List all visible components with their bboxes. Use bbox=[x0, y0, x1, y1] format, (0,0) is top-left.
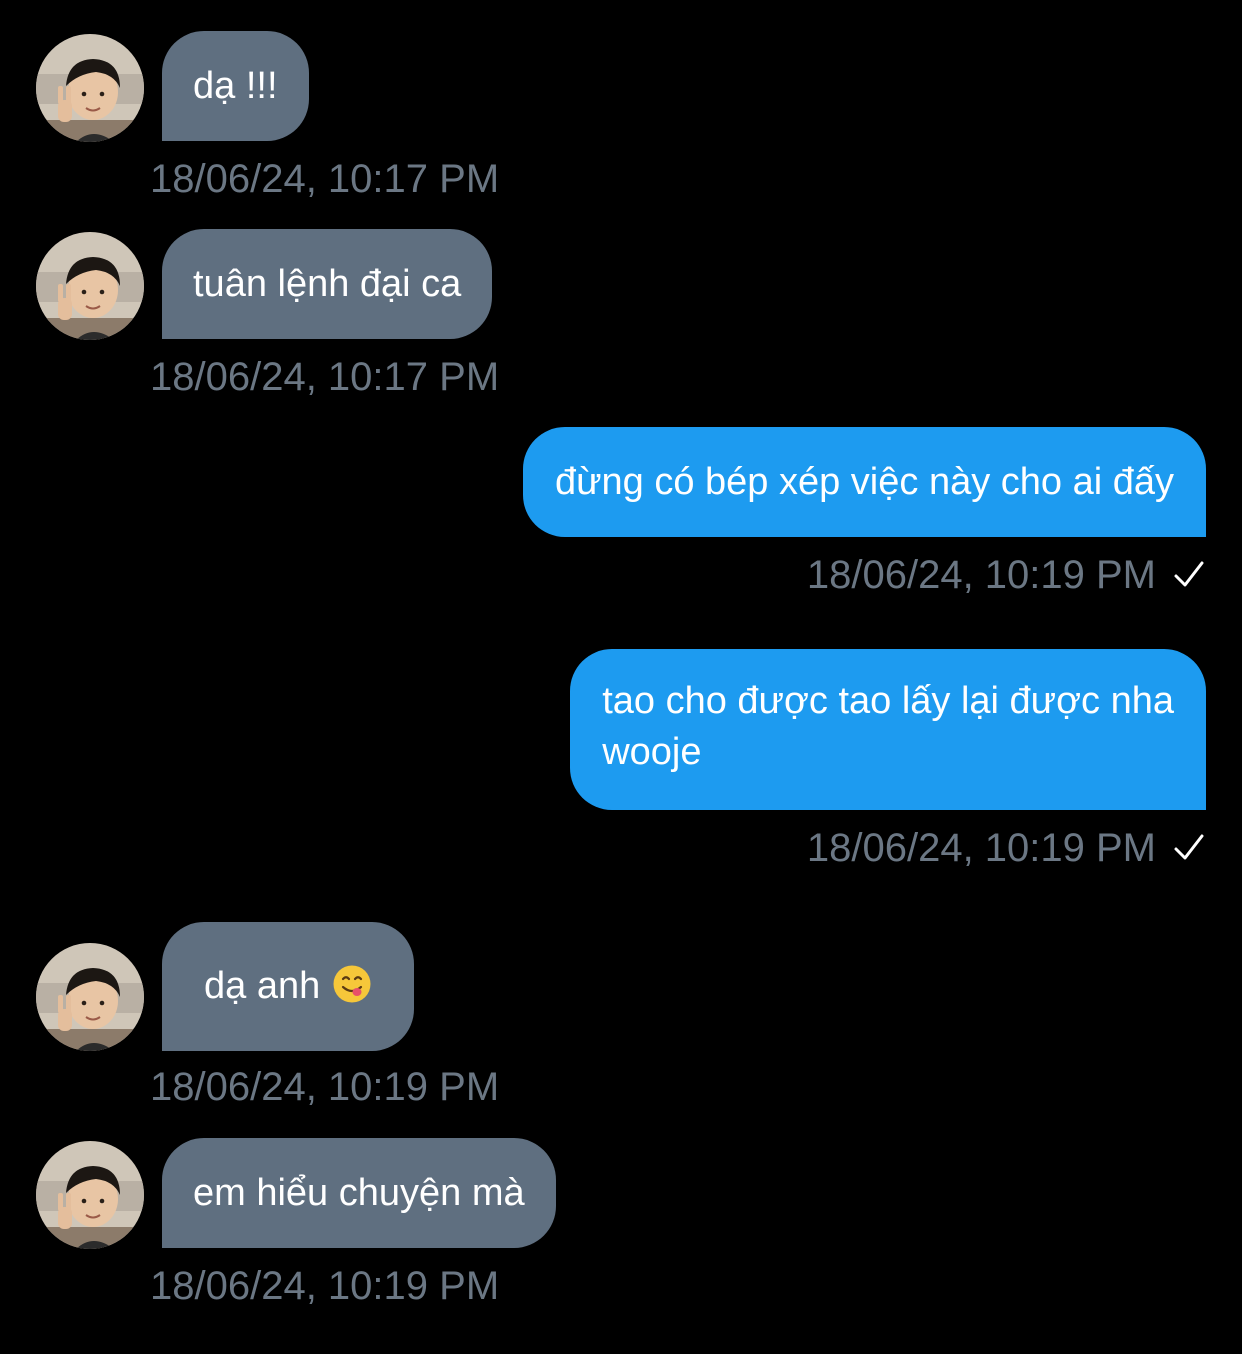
message-bubble-incoming[interactable]: tuân lệnh đại ca bbox=[162, 229, 493, 339]
check-icon bbox=[1172, 831, 1206, 865]
message-text: tuân lệnh đại ca bbox=[193, 262, 462, 305]
message-timestamp: 18/06/24, 10:19 PM bbox=[806, 553, 1156, 597]
child-photo-icon bbox=[36, 1141, 144, 1249]
message-timestamp: 18/06/24, 10:17 PM bbox=[150, 355, 500, 399]
message-bubble-incoming[interactable]: dạ !!! bbox=[162, 31, 309, 141]
contact-avatar[interactable] bbox=[36, 1141, 144, 1249]
child-photo-icon bbox=[36, 232, 144, 340]
message-timestamp: 18/06/24, 10:17 PM bbox=[150, 157, 500, 201]
message-bubble-incoming[interactable]: dạ anh bbox=[162, 922, 415, 1051]
yum-face-emoji-icon bbox=[332, 964, 372, 1004]
message-timestamp: 18/06/24, 10:19 PM bbox=[150, 1264, 500, 1308]
message-bubble-outgoing[interactable]: tao cho được tao lấy lại được nha wooje bbox=[570, 649, 1206, 810]
contact-avatar[interactable] bbox=[36, 232, 144, 340]
message-timestamp: 18/06/24, 10:19 PM bbox=[806, 826, 1156, 870]
contact-avatar[interactable] bbox=[36, 943, 144, 1051]
child-photo-icon bbox=[36, 34, 144, 142]
message-timestamp: 18/06/24, 10:19 PM bbox=[150, 1065, 500, 1109]
message-bubble-outgoing[interactable]: đừng có bép xép việc này cho ai đấy bbox=[522, 427, 1206, 537]
child-photo-icon bbox=[36, 943, 144, 1051]
message-text-line: tao cho được tao lấy lại được nha bbox=[602, 680, 1174, 722]
message-text: đừng có bép xép việc này cho ai đấy bbox=[554, 460, 1174, 503]
message-text-line: wooje bbox=[602, 731, 702, 773]
message-text: em hiểu chuyện mà bbox=[193, 1171, 525, 1214]
check-icon bbox=[1172, 558, 1206, 592]
message-text: dạ anh bbox=[204, 965, 321, 1007]
message-meta: 18/06/24, 10:19 PM bbox=[807, 552, 1206, 598]
message-text: dạ !!! bbox=[193, 64, 278, 107]
contact-avatar[interactable] bbox=[36, 34, 144, 142]
message-bubble-incoming[interactable]: em hiểu chuyện mà bbox=[162, 1138, 556, 1248]
message-meta: 18/06/24, 10:19 PM bbox=[807, 825, 1206, 871]
